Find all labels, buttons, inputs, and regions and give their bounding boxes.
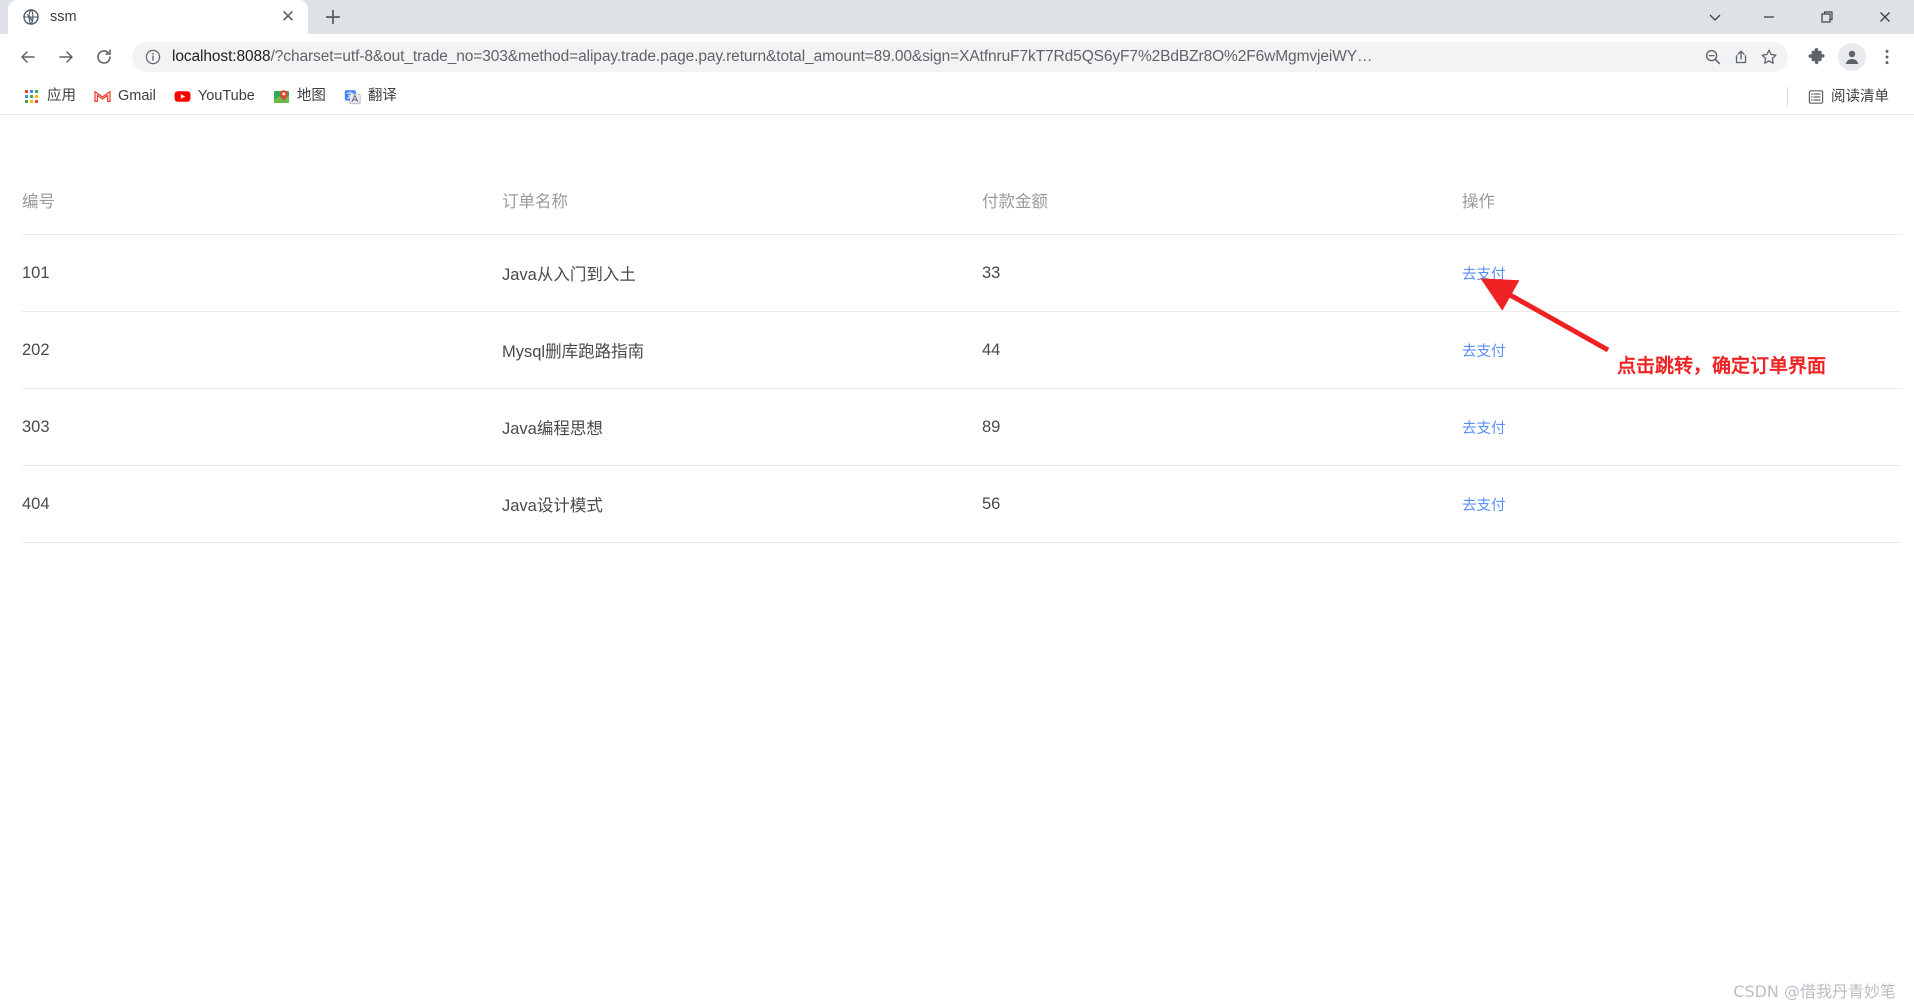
- table-row: 303 Java编程思想 89 去支付: [22, 388, 1902, 466]
- globe-icon: [22, 8, 40, 26]
- bookmark-label: 翻译: [367, 88, 397, 105]
- close-window-icon[interactable]: [1856, 0, 1914, 34]
- bookmark-label: YouTube: [197, 88, 255, 105]
- extensions-puzzle-icon[interactable]: [1800, 40, 1834, 74]
- cell-amount: 44: [982, 311, 1462, 389]
- url-text[interactable]: localhost:8088/?charset=utf-8&out_trade_…: [172, 48, 1690, 66]
- table-row: 202 Mysql删库跑路指南 44 去支付: [22, 311, 1902, 389]
- cell-id: 303: [22, 388, 502, 466]
- cell-amount: 33: [982, 234, 1462, 312]
- cell-amount: 89: [982, 388, 1462, 466]
- column-header-amount: 付款金额: [982, 176, 1462, 235]
- browser-toolbar: localhost:8088/?charset=utf-8&out_trade_…: [0, 34, 1914, 79]
- bookmark-label: 应用: [47, 88, 76, 105]
- table-row: 404 Java设计模式 56 去支付: [22, 465, 1902, 543]
- toolbar-right: [1800, 40, 1904, 74]
- bookmarks-bar: 应用 Gmail YouTube 地图 翻译 阅读清单: [0, 79, 1914, 115]
- reload-icon[interactable]: [86, 40, 122, 74]
- forward-icon[interactable]: [48, 40, 84, 74]
- bookmark-translate[interactable]: 翻译: [335, 84, 406, 109]
- cell-id: 404: [22, 465, 502, 543]
- cell-action: 去支付: [1462, 388, 1902, 466]
- maximize-icon[interactable]: [1798, 0, 1856, 34]
- table-body: 101 Java从入门到入土 33 去支付 202 Mysql删库跑路指南 44…: [22, 234, 1902, 543]
- browser-window: ssm ✕ + localhost:8088/?charset=utf-8&ou…: [0, 0, 1914, 1008]
- gmail-icon: [94, 88, 111, 105]
- url-path: /?charset=utf-8&out_trade_no=303&method=…: [270, 47, 1373, 65]
- cell-name: Java从入门到入土: [502, 234, 982, 312]
- translate-icon: [344, 88, 361, 105]
- bookmark-youtube[interactable]: YouTube: [165, 84, 264, 109]
- cell-id: 202: [22, 311, 502, 389]
- site-info-icon[interactable]: [144, 48, 162, 66]
- divider: [1787, 87, 1788, 107]
- table-row: 101 Java从入门到入土 33 去支付: [22, 234, 1902, 312]
- pay-link[interactable]: 去支付: [1462, 498, 1506, 514]
- omnibox-actions: [1700, 44, 1782, 70]
- cell-name: Mysql删库跑路指南: [502, 311, 982, 389]
- cell-action: 去支付: [1462, 234, 1902, 312]
- table-header-row: 编号 订单名称 付款金额 操作: [22, 176, 1902, 235]
- orders-table: 编号 订单名称 付款金额 操作 101 Java从入门到入土 33 去支付 20…: [22, 176, 1902, 543]
- apps-grid-icon: [23, 88, 40, 105]
- page-viewport: 编号 订单名称 付款金额 操作 101 Java从入门到入土 33 去支付 20…: [0, 116, 1914, 1008]
- browser-menu-icon[interactable]: [1870, 40, 1904, 74]
- bookmark-label: Gmail: [118, 88, 156, 105]
- close-icon[interactable]: ✕: [278, 7, 298, 27]
- tab-title: ssm: [50, 9, 77, 25]
- cell-amount: 56: [982, 465, 1462, 543]
- tab-strip: ssm ✕ +: [0, 0, 1914, 34]
- cell-action: 去支付: [1462, 311, 1902, 389]
- cell-name: Java编程思想: [502, 388, 982, 466]
- column-header-id: 编号: [22, 176, 502, 235]
- address-bar[interactable]: localhost:8088/?charset=utf-8&out_trade_…: [132, 41, 1788, 72]
- bookmarks-bar-right: 阅读清单: [1787, 79, 1898, 115]
- minimize-icon[interactable]: [1740, 0, 1798, 34]
- cell-action: 去支付: [1462, 465, 1902, 543]
- reading-list-label: 阅读清单: [1831, 88, 1889, 105]
- profile-avatar-icon[interactable]: [1838, 42, 1866, 71]
- cell-id: 101: [22, 234, 502, 312]
- new-tab-button[interactable]: +: [316, 0, 350, 34]
- browser-tab[interactable]: ssm ✕: [8, 0, 308, 34]
- youtube-icon: [174, 88, 191, 105]
- reading-list-button[interactable]: 阅读清单: [1798, 85, 1898, 110]
- bookmark-apps[interactable]: 应用: [14, 84, 85, 109]
- bookmark-star-icon[interactable]: [1756, 44, 1782, 70]
- table-head: 编号 订单名称 付款金额 操作: [22, 176, 1902, 235]
- zoom-out-icon[interactable]: [1700, 44, 1726, 70]
- cell-name: Java设计模式: [502, 465, 982, 543]
- column-header-action: 操作: [1462, 176, 1902, 235]
- window-controls: [1690, 0, 1914, 34]
- maps-icon: [273, 88, 290, 105]
- bookmark-maps[interactable]: 地图: [264, 84, 335, 109]
- page-content: 编号 订单名称 付款金额 操作 101 Java从入门到入土 33 去支付 20…: [0, 176, 1914, 543]
- bookmark-label: 地图: [296, 88, 326, 105]
- reading-list-icon: [1807, 89, 1824, 106]
- url-host: localhost:8088: [172, 47, 271, 65]
- back-icon[interactable]: [10, 40, 46, 74]
- chevron-down-icon[interactable]: [1690, 0, 1740, 34]
- column-header-name: 订单名称: [502, 176, 982, 235]
- share-icon[interactable]: [1728, 44, 1754, 70]
- bookmark-gmail[interactable]: Gmail: [85, 84, 165, 109]
- pay-link[interactable]: 去支付: [1462, 421, 1506, 437]
- pay-link[interactable]: 去支付: [1462, 267, 1506, 283]
- pay-link[interactable]: 去支付: [1462, 344, 1506, 360]
